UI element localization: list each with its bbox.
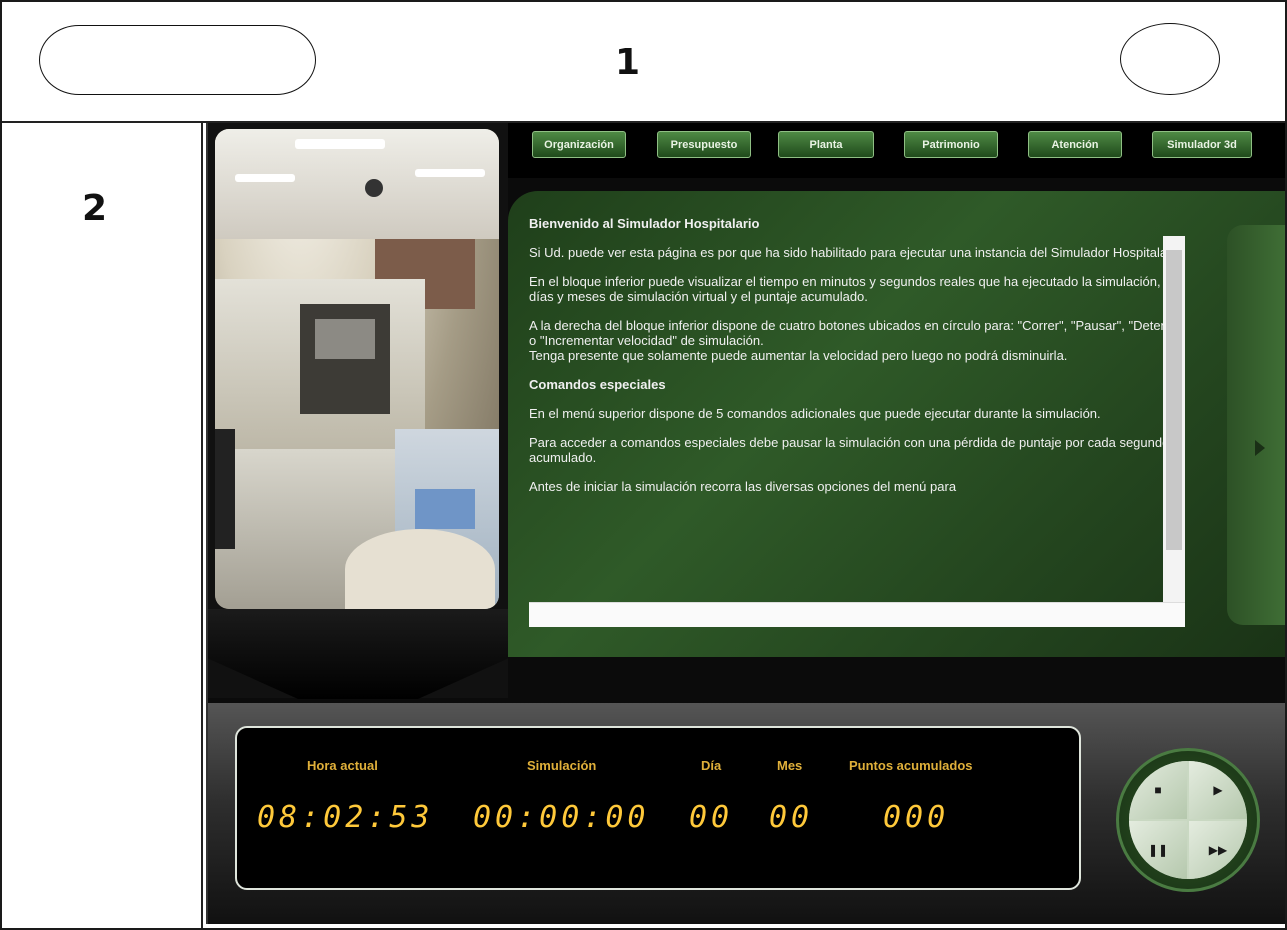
- wireframe-header: 1: [2, 2, 1285, 123]
- paragraph-5: Para acceder a comandos especiales debe …: [529, 435, 1170, 465]
- vertical-scrollbar[interactable]: [1163, 236, 1185, 612]
- paragraph-6: Antes de iniciar la simulación recorra l…: [529, 479, 957, 494]
- paragraph-4: En el menú superior dispone de 5 comando…: [529, 406, 1101, 421]
- menu-planta-button[interactable]: Planta: [778, 131, 874, 158]
- puntos-acumulados-label: Puntos acumulados: [849, 758, 973, 773]
- top-menu: Organización Presupuesto Planta Patrimon…: [508, 123, 1285, 178]
- fast-forward-icon: ▶▶: [1208, 843, 1228, 857]
- photo-frame-bottom: [208, 609, 508, 699]
- simulacion-value: 00:00:00: [473, 800, 650, 835]
- play-button[interactable]: ▶: [1189, 761, 1247, 819]
- puntos-value: 000: [883, 800, 950, 835]
- paragraph-1: Si Ud. puede ver esta página es por que …: [529, 245, 1186, 260]
- special-commands-heading: Comandos especiales: [529, 377, 666, 392]
- wireframe-logo-placeholder: [39, 25, 316, 95]
- bottom-block: Hora actual Simulación Día Mes Puntos ac…: [208, 703, 1285, 924]
- welcome-title: Bienvenido al Simulador Hospitalario: [529, 216, 760, 231]
- wireframe-label-1: 1: [615, 42, 641, 83]
- page: 1 2 Organización Presupuesto Planta Patr…: [0, 0, 1287, 930]
- photo-frame: [208, 123, 508, 699]
- horizontal-scrollbar[interactable]: [529, 602, 1185, 627]
- menu-patrimonio-button[interactable]: Patrimonio: [904, 131, 998, 158]
- play-icon: ▶: [1213, 783, 1223, 797]
- hora-actual-value: 08:02:53: [257, 800, 434, 835]
- dia-value: 00: [689, 800, 734, 835]
- menu-simulador-3d-button[interactable]: Simulador 3d: [1152, 131, 1252, 158]
- menu-organizacion-button[interactable]: Organización: [532, 131, 626, 158]
- wireframe-left-column: 2: [2, 123, 203, 928]
- stop-button[interactable]: ■: [1129, 761, 1187, 819]
- wireframe-label-2: 2: [82, 188, 108, 229]
- simulacion-label: Simulación: [527, 758, 597, 773]
- control-pad: ■ ▶ ❚❚ ▶▶: [1129, 761, 1247, 879]
- wireframe-circle-placeholder: [1120, 23, 1220, 95]
- stop-icon: ■: [1154, 783, 1162, 797]
- side-expand-tab[interactable]: [1227, 225, 1285, 625]
- mes-value: 00: [769, 800, 814, 835]
- fast-forward-button[interactable]: ▶▶: [1189, 821, 1247, 879]
- time-score-readout: Hora actual Simulación Día Mes Puntos ac…: [235, 726, 1081, 890]
- menu-atencion-button[interactable]: Atención: [1028, 131, 1122, 158]
- paragraph-2: En el bloque inferior puede visualizar e…: [529, 274, 1181, 304]
- menu-presupuesto-button[interactable]: Presupuesto: [657, 131, 751, 158]
- paragraph-3: A la derecha del bloque inferior dispone…: [529, 318, 1184, 348]
- hora-actual-label: Hora actual: [307, 758, 378, 773]
- hospital-lab-photo: [215, 129, 499, 609]
- simulation-controls: ■ ▶ ❚❚ ▶▶: [1116, 748, 1260, 892]
- scrollbar-thumb[interactable]: [1166, 250, 1182, 550]
- mes-label: Mes: [777, 758, 803, 773]
- pause-icon: ❚❚: [1147, 843, 1169, 857]
- simulator-app: Organización Presupuesto Planta Patrimon…: [206, 123, 1285, 924]
- chevron-right-icon: [1255, 440, 1265, 456]
- welcome-text: Bienvenido al Simulador Hospitalario Si …: [529, 216, 1187, 626]
- dia-label: Día: [701, 758, 722, 773]
- pause-button[interactable]: ❚❚: [1129, 821, 1187, 879]
- paragraph-3b: Tenga presente que solamente puede aumen…: [529, 348, 1068, 363]
